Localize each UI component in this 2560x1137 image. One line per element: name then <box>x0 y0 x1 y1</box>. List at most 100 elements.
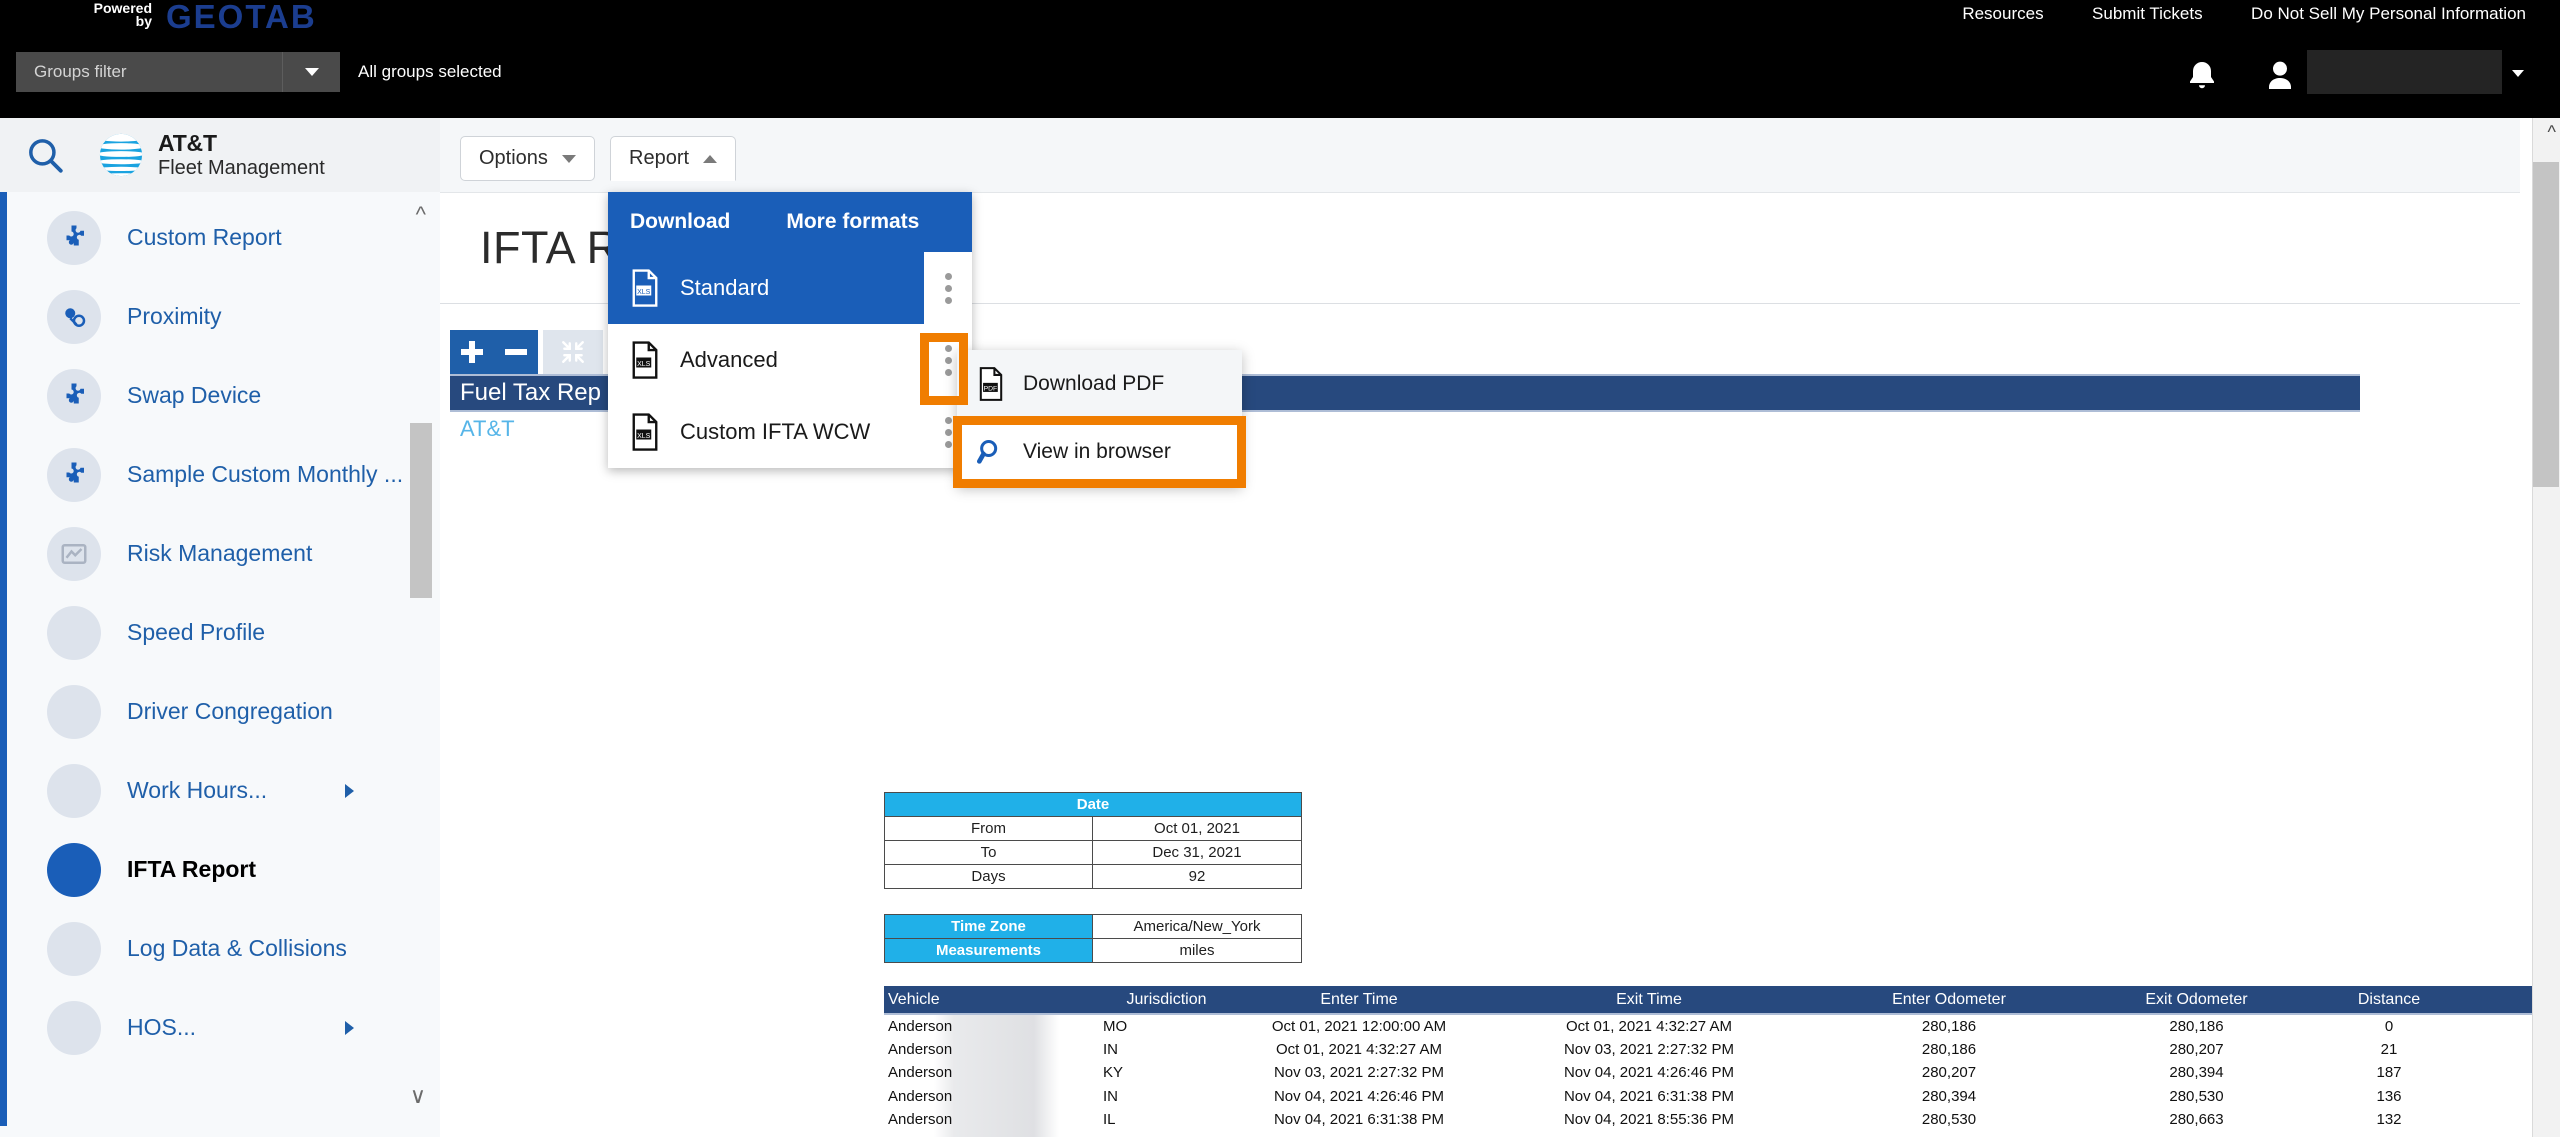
column-header-exit-time[interactable]: Exit Time <box>1484 986 1814 1015</box>
table-cell: IL <box>1103 1111 1116 1129</box>
report-dropdown-menu: Download More formats XLS Standard XLS Adva… <box>608 192 972 468</box>
sidebar-item-label: IFTA Report <box>127 856 257 882</box>
notification-bell-icon[interactable] <box>2184 58 2220 96</box>
fit-to-screen-button[interactable] <box>543 330 603 374</box>
table-row[interactable]: Anderson IN Nov 04, 2021 4:26:46 PM Nov 04,… <box>884 1084 2560 1108</box>
sidebar-item-risk-management[interactable]: Risk Management <box>7 514 432 593</box>
sidebar-item-speed-profile[interactable]: Speed Profile <box>7 593 432 672</box>
zoom-out-icon[interactable] <box>505 341 527 363</box>
page-scroll-up-icon[interactable]: ^ <box>2548 122 2556 143</box>
sidebar-item-proximity[interactable]: Proximity <box>7 277 432 356</box>
sidebar-item-swap-device[interactable]: Swap Device <box>7 356 432 435</box>
column-header-jurisdiction[interactable]: Jurisdiction <box>1099 986 1234 1015</box>
chevron-right-icon <box>345 1020 354 1035</box>
sidebar-item-custom-report[interactable]: Custom Report <box>7 198 432 277</box>
sidebar-scroll-up-icon[interactable]: ^ <box>416 202 426 228</box>
blank-icon <box>47 605 101 660</box>
date-days-label: Days <box>884 864 1093 889</box>
xls-file-icon: XLS <box>632 341 658 379</box>
submenu-item-view-in-browser[interactable]: View in browser <box>957 418 1242 486</box>
sidebar-item-sample-custom-monthly[interactable]: Sample Custom Monthly ... <box>7 435 432 514</box>
options-button-label: Options <box>479 147 548 169</box>
table-body: Anderson MO Oct 01, 2021 12:00:00 AM Oct 01… <box>884 1014 2560 1137</box>
table-row[interactable]: AndersonMONov 04, 2021 8:55:36 PMJan 01,… <box>884 1131 2560 1137</box>
table-cell: 187 <box>2376 1064 2402 1082</box>
sidebar-scrollbar-track[interactable] <box>410 226 432 1096</box>
table-cell: 21 <box>2380 1040 2398 1058</box>
table-cell: Anderson <box>884 1061 1099 1085</box>
column-header-enter-time[interactable]: Enter Time <box>1234 986 1484 1015</box>
puzzle-icon <box>47 210 101 265</box>
dropdown-header-more-formats[interactable]: More formats <box>730 210 919 234</box>
table-cell: 14 <box>2309 1132 2469 1137</box>
user-menu-chevron-down-icon[interactable] <box>2512 70 2524 77</box>
zoom-in-icon[interactable] <box>461 341 483 363</box>
column-header-exit-odometer[interactable]: Exit Odometer <box>2084 986 2309 1015</box>
groups-filter-arrow[interactable] <box>282 52 340 92</box>
table-cell: KY <box>1103 1064 1124 1082</box>
chevron-right-icon <box>345 783 354 798</box>
blank-icon <box>47 921 101 976</box>
sidebar-scrollbar-thumb[interactable] <box>410 423 432 598</box>
column-header-vehicle[interactable]: Vehicle <box>884 986 1099 1015</box>
sidebar-item-log-data-collisions[interactable]: Log Data & Collisions <box>7 909 432 988</box>
user-avatar-icon[interactable] <box>2260 56 2300 98</box>
att-brand-text: AT&T Fleet Management <box>158 130 325 179</box>
sidebar-item-label: Custom Report <box>127 224 282 250</box>
xls-file-icon: XLS <box>632 413 658 451</box>
report-button[interactable]: Report <box>610 136 737 181</box>
sidebar-item-hos[interactable]: HOS... <box>7 988 432 1067</box>
table-row[interactable]: Anderson IN Oct 01, 2021 4:32:27 AM Nov 03,… <box>884 1037 2560 1061</box>
options-button[interactable]: Options <box>460 136 595 181</box>
table-cell: 280,186 <box>1921 1017 1977 1035</box>
pdf-file-icon: PDF <box>979 367 1003 401</box>
xls-file-icon: XLS <box>632 269 658 307</box>
groups-filter-dropdown[interactable]: Groups filter <box>16 52 340 92</box>
sidebar-header: AT&T Fleet Management <box>0 118 440 192</box>
sidebar-item-label: Proximity <box>127 303 222 329</box>
timezone-value: America/New_York <box>1092 914 1302 939</box>
sidebar-item-ifta-report[interactable]: IFTA Report <box>7 830 432 909</box>
table-cell: 280,677 <box>2084 1132 2309 1137</box>
measurements-label: Measurements <box>884 938 1093 963</box>
table-cell: Anderson <box>884 1037 1099 1061</box>
table-cell: Oct 01, 2021 4:32:27 AM <box>1566 1017 1732 1035</box>
powered-by-label: Powered by <box>92 1 152 29</box>
top-link-do-not-sell[interactable]: Do Not Sell My Personal Information <box>2251 4 2526 24</box>
dropdown-item-custom-ifta-wcw[interactable]: XLS Custom IFTA WCW <box>608 396 972 468</box>
sidebar-item-driver-congregation[interactable]: Driver Congregation <box>7 672 432 751</box>
att-globe-icon <box>99 133 143 177</box>
report-subtitle: AT&T <box>460 416 515 441</box>
table-cell: Jan 01, 2022 12:00:00 AM <box>1484 1132 1814 1137</box>
table-row[interactable]: Anderson KY Nov 03, 2021 2:27:32 PM Nov 04,… <box>884 1061 2560 1085</box>
table-cell: Nov 03, 2021 2:27:32 PM <box>1563 1040 1735 1058</box>
table-cell: Anderson <box>884 1108 1099 1132</box>
sidebar-item-work-hours[interactable]: Work Hours... <box>7 751 432 830</box>
page-scrollbar-thumb[interactable] <box>2533 162 2559 487</box>
search-icon[interactable] <box>24 134 66 176</box>
table-row[interactable]: Anderson MO Oct 01, 2021 12:00:00 AM Oct 01… <box>884 1014 2560 1038</box>
user-name-field[interactable] <box>2307 50 2502 94</box>
by-word: by <box>135 13 152 29</box>
zoom-in-out-group[interactable] <box>450 330 538 374</box>
table-cell: Nov 03, 2021 2:27:32 PM <box>1273 1064 1445 1082</box>
column-header-distance[interactable]: Distance <box>2309 986 2469 1015</box>
app-root: Powered by GEOTAB Resources Submit Ticke… <box>0 0 2560 1137</box>
ifta-data-table: Vehicle Jurisdiction Enter Time Exit Time En… <box>884 986 2560 1137</box>
report-title-text: Fuel Tax Rep <box>460 379 601 406</box>
table-cell: MO <box>1099 1132 1234 1137</box>
chevron-down-icon <box>561 154 576 163</box>
top-black-bar: Powered by GEOTAB Resources Submit Ticke… <box>0 0 2560 118</box>
top-link-resources[interactable]: Resources <box>1962 4 2043 24</box>
sidebar-scroll-down-icon[interactable]: ∨ <box>410 1083 426 1109</box>
top-link-submit-tickets[interactable]: Submit Tickets <box>2092 4 2203 24</box>
table-row[interactable]: Anderson IL Nov 04, 2021 6:31:38 PM Nov 04,… <box>884 1108 2560 1132</box>
dropdown-item-advanced[interactable]: XLS Advanced <box>608 324 972 396</box>
sidebar-accent-bar <box>0 192 7 1126</box>
kebab-menu-icon[interactable] <box>924 252 972 324</box>
dropdown-item-standard[interactable]: XLS Standard <box>608 252 972 324</box>
table-cell: 280,186 <box>2169 1017 2224 1035</box>
submenu-item-download-pdf[interactable]: PDF Download PDF <box>957 350 1242 418</box>
column-header-enter-odometer[interactable]: Enter Odometer <box>1814 986 2084 1015</box>
top-nav-links: Resources Submit Tickets Do Not Sell My … <box>1918 4 2526 32</box>
